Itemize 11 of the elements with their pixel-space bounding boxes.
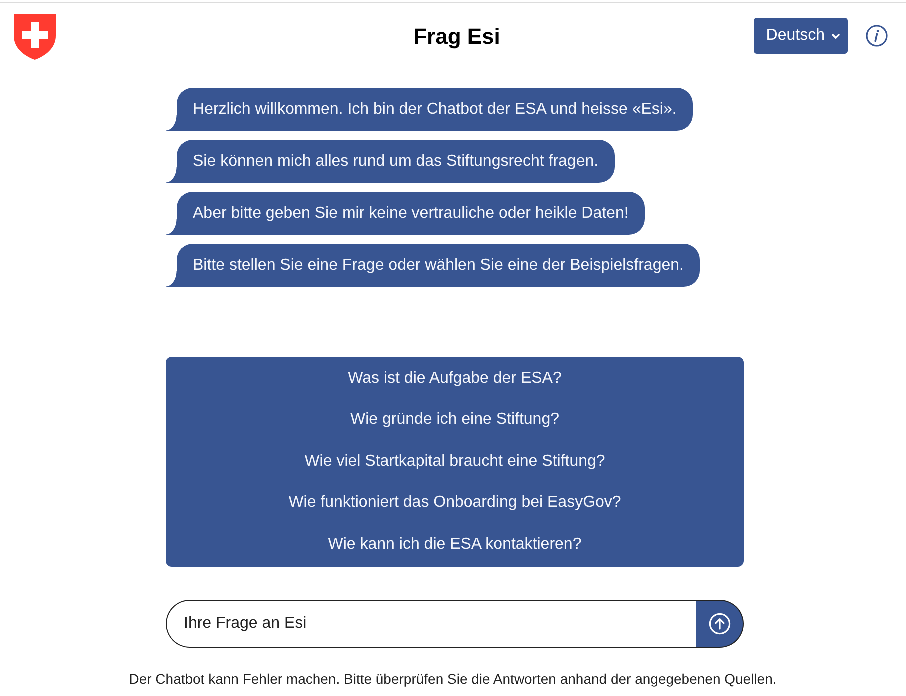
info-icon[interactable]	[866, 25, 888, 47]
language-select[interactable]: Deutsch	[754, 18, 848, 54]
disclaimer-text: Der Chatbot kann Fehler machen. Bitte überprüfen Sie die Antworten anhand der angegebenen Quellen.	[129, 670, 777, 688]
chevron-down-icon	[832, 34, 840, 38]
page-title: Frag Esi	[414, 22, 500, 51]
suggestion-button[interactable]: Wie funktioniert das Onboarding bei EasyGov?	[280, 482, 630, 524]
suggestion-button[interactable]: Wie gründe ich eine Stiftung?	[342, 400, 568, 441]
suggestion-button[interactable]: Was ist die Aufgabe der ESA?	[340, 358, 570, 400]
suggestion-button[interactable]: Wie kann ich die ESA kontaktieren?	[320, 524, 590, 566]
swiss-shield-logo	[13, 12, 57, 60]
suggestion-button[interactable]: Wie viel Startkapital braucht eine Stiftung?	[296, 441, 614, 482]
